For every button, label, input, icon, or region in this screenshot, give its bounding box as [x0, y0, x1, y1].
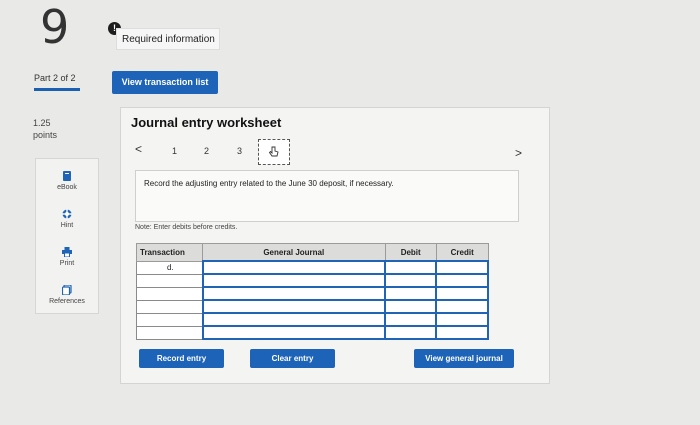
general-journal-select[interactable]: [201, 273, 387, 288]
transaction-cell: d.: [135, 260, 204, 275]
worksheet-title: Journal entry worksheet: [131, 115, 282, 130]
debit-input[interactable]: [383, 325, 438, 340]
credit-input[interactable]: [435, 273, 489, 288]
column-header-debit: Debit: [384, 243, 437, 262]
sidebar-item-label: Print: [59, 260, 75, 267]
page-1-tab[interactable]: 1: [172, 146, 177, 156]
view-transaction-list-button[interactable]: View transaction list: [112, 71, 218, 94]
sidebar-item-references[interactable]: References: [36, 285, 98, 305]
points-value: 1.25: [33, 118, 51, 128]
hand-pointer-icon: [268, 146, 279, 157]
next-page-button[interactable]: >: [515, 146, 522, 160]
debit-input[interactable]: [383, 299, 438, 314]
sidebar-item-label: Hint: [60, 222, 74, 229]
debit-input[interactable]: [383, 286, 438, 301]
credit-input[interactable]: [435, 286, 489, 301]
sidebar-item-label: eBook: [57, 184, 77, 191]
column-header-transaction: Transaction: [135, 243, 204, 262]
debit-credit-note: Note: Enter debits before credits.: [135, 224, 238, 231]
general-journal-select[interactable]: [201, 312, 387, 327]
record-entry-button[interactable]: Record entry: [139, 349, 224, 368]
prev-page-button[interactable]: <: [135, 142, 142, 156]
table-row: [135, 273, 489, 288]
transaction-cell: [135, 299, 204, 314]
sidebar-item-label: References: [49, 298, 85, 305]
instruction-text: Record the adjusting entry related to th…: [144, 179, 394, 188]
table-row: [135, 325, 489, 340]
current-page-tab[interactable]: [258, 139, 290, 165]
table-row: d.: [135, 260, 489, 275]
general-journal-select[interactable]: [201, 325, 387, 340]
debit-input[interactable]: [383, 312, 438, 327]
part-progress-bar: [34, 88, 80, 91]
table-row: [135, 286, 489, 301]
transaction-cell: [135, 325, 204, 340]
view-general-journal-button[interactable]: View general journal: [414, 349, 514, 368]
sidebar-item-print[interactable]: Print: [36, 247, 98, 267]
debit-input[interactable]: [383, 260, 438, 275]
page-3-tab[interactable]: 3: [237, 146, 242, 156]
sidebar-item-ebook[interactable]: eBook: [36, 171, 98, 191]
column-header-credit: Credit: [435, 243, 489, 262]
references-icon: [62, 285, 72, 295]
required-information-label[interactable]: Required information: [116, 28, 220, 50]
book-icon: [63, 171, 71, 181]
instruction-box: [135, 170, 519, 222]
transaction-cell: [135, 273, 204, 288]
points-unit: points: [33, 130, 58, 140]
page-2-tab[interactable]: 2: [204, 146, 209, 156]
journal-entry-table: Transaction General Journal Debit Credit…: [135, 243, 489, 340]
part-indicator: Part 2 of 2: [34, 73, 76, 83]
table-row: [135, 312, 489, 327]
points-display: 1.25 points: [33, 117, 57, 141]
column-header-general-journal: General Journal: [202, 243, 386, 262]
lifebuoy-icon: [62, 209, 72, 219]
general-journal-select[interactable]: [201, 299, 387, 314]
table-header-row: Transaction General Journal Debit Credit: [135, 243, 489, 262]
table-row: [135, 299, 489, 314]
transaction-cell: [135, 312, 204, 327]
credit-input[interactable]: [435, 325, 489, 340]
transaction-cell: [135, 286, 204, 301]
clear-entry-button[interactable]: Clear entry: [250, 349, 335, 368]
resource-sidebar: eBook Hint Print References: [35, 158, 99, 314]
question-number: 9: [40, 0, 70, 54]
general-journal-select[interactable]: [201, 286, 387, 301]
credit-input[interactable]: [435, 299, 489, 314]
credit-input[interactable]: [435, 312, 489, 327]
sidebar-item-hint[interactable]: Hint: [36, 209, 98, 229]
general-journal-select[interactable]: [201, 260, 387, 275]
credit-input[interactable]: [435, 260, 489, 275]
printer-icon: [62, 247, 72, 257]
debit-input[interactable]: [383, 273, 438, 288]
